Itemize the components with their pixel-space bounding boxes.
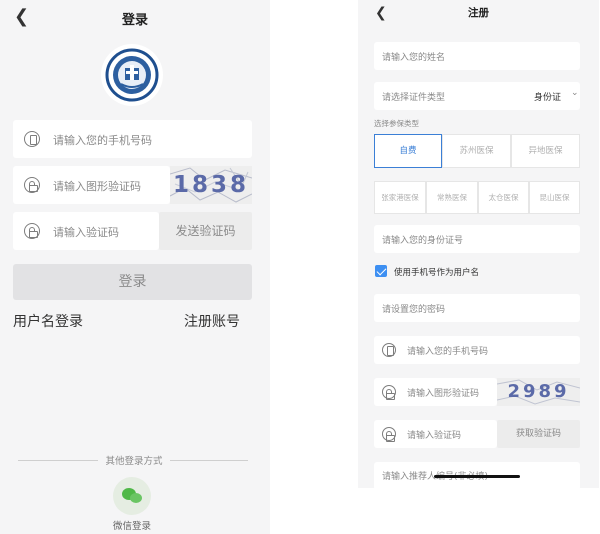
phone-icon — [24, 131, 40, 147]
home-indicator — [434, 475, 520, 478]
password-placeholder: 请设置您的密码 — [382, 305, 446, 315]
use-phone-label[interactable]: 使用手机号作为用户名 — [394, 266, 479, 278]
id-number-field[interactable]: 请输入您的身份证号 — [374, 225, 580, 253]
id-number-placeholder: 请输入您的身份证号 — [382, 236, 464, 246]
insurance-type-label: 选择参保类型 — [374, 119, 419, 128]
captcha-placeholder: 请输入图形验证码 — [53, 180, 141, 193]
lock-icon — [382, 385, 396, 400]
id-type-value: 身份证 — [534, 93, 562, 103]
name-field[interactable]: 请输入您的姓名 — [374, 42, 580, 70]
send-code-button[interactable]: 发送验证码 — [159, 212, 252, 250]
wechat-login-button[interactable] — [113, 477, 151, 515]
phone-placeholder: 请输入您的手机号码 — [53, 134, 152, 147]
insurance-option-taicang[interactable]: 太仓医保 — [478, 181, 529, 214]
insurance-option-self[interactable]: 自费 — [374, 134, 442, 168]
sms-placeholder: 请输入验证码 — [407, 431, 462, 441]
other-login-label: 其他登录方式 — [105, 456, 163, 467]
insurance-option-remote[interactable]: 异地医保 — [511, 134, 580, 168]
captcha-placeholder: 请输入图形验证码 — [407, 389, 480, 399]
sms-code-field[interactable]: 请输入验证码 — [374, 420, 497, 448]
register-navbar: ❮ 注册 — [358, 0, 599, 30]
emblem-logo — [105, 48, 159, 102]
lock-icon — [24, 223, 40, 239]
captcha-image[interactable]: 2989 — [497, 378, 580, 406]
id-type-placeholder: 请选择证件类型 — [382, 93, 446, 103]
lock-icon — [24, 177, 40, 193]
get-code-button[interactable]: 获取验证码 — [497, 420, 580, 448]
insurance-option-zhangjiagang[interactable]: 张家港医保 — [374, 181, 426, 214]
id-type-select[interactable]: 请选择证件类型 身份证 ⌄ — [374, 82, 580, 110]
use-phone-checkbox[interactable] — [375, 265, 387, 277]
captcha-code: 2989 — [507, 381, 570, 402]
logo-emblem — [101, 44, 163, 106]
login-navbar: ❮ 登录 — [0, 0, 270, 36]
register-account-link[interactable]: 注册账号 — [184, 311, 240, 331]
lock-icon — [382, 427, 396, 442]
insurance-option-changshu[interactable]: 常熟医保 — [426, 181, 478, 214]
username-login-link[interactable]: 用户名登录 — [13, 311, 83, 331]
wechat-login-label: 微信登录 — [112, 521, 151, 532]
sms-placeholder: 请输入验证码 — [53, 226, 119, 239]
register-screen: ❮ 注册 请输入您的姓名 请选择证件类型 身份证 ⌄ 选择参保类型 自费 苏州医… — [358, 0, 599, 488]
captcha-field[interactable]: 请输入图形验证码 — [13, 166, 170, 204]
divider-left — [18, 460, 98, 461]
page-title: 登录 — [121, 13, 148, 28]
login-button[interactable]: 登录 — [13, 264, 252, 300]
phone-field[interactable]: 请输入您的手机号码 — [374, 336, 580, 364]
phone-placeholder: 请输入您的手机号码 — [407, 347, 489, 357]
chevron-down-icon: ⌄ — [571, 88, 579, 98]
phone-field[interactable]: 请输入您的手机号码 — [13, 120, 252, 158]
name-placeholder: 请输入您的姓名 — [382, 53, 446, 63]
captcha-image[interactable]: 1838 — [170, 166, 252, 204]
divider-right — [170, 460, 248, 461]
insurance-option-kunshan[interactable]: 昆山医保 — [529, 181, 580, 214]
page-title: 注册 — [468, 7, 489, 19]
login-screen: ❮ 登录 请输入您的手机号码 请输入图形验证码 1838 请输入验证码 发送验证… — [0, 0, 270, 534]
phone-icon — [382, 343, 396, 357]
insurance-option-suzhou[interactable]: 苏州医保 — [442, 134, 511, 168]
captcha-field[interactable]: 请输入图形验证码 — [374, 378, 497, 406]
password-field[interactable]: 请设置您的密码 — [374, 294, 580, 322]
sms-code-field[interactable]: 请输入验证码 — [13, 212, 159, 250]
captcha-code: 1838 — [172, 172, 249, 198]
wechat-icon-small — [130, 493, 142, 503]
